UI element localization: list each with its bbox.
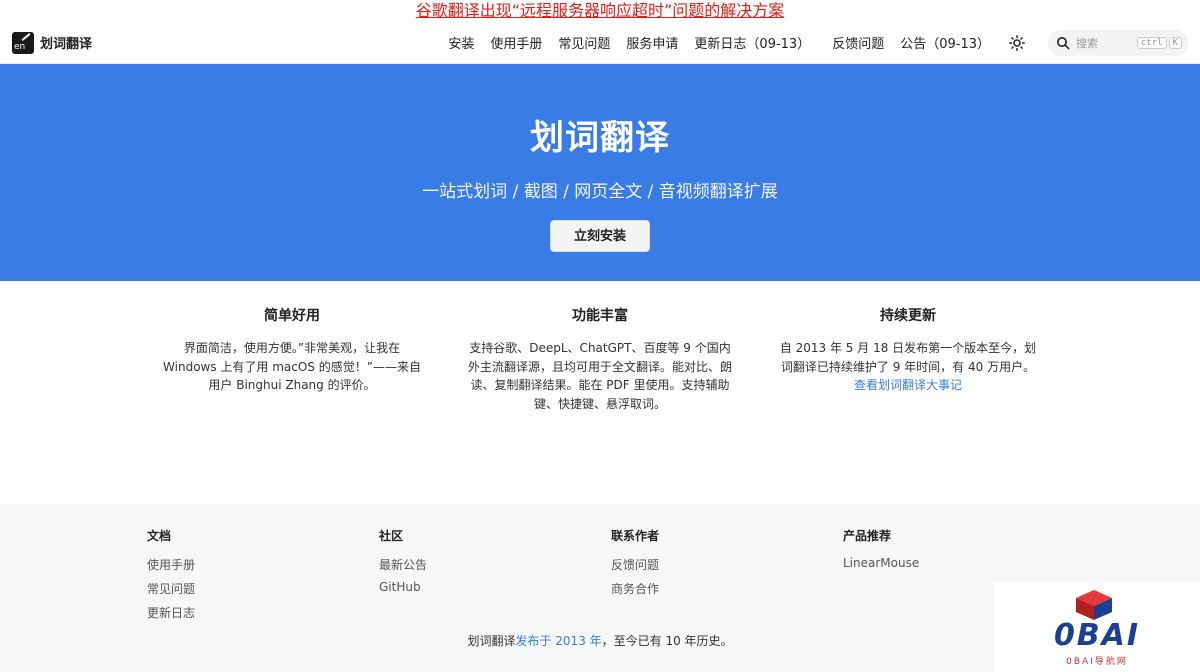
brand-name: 划词翻译 — [40, 37, 93, 52]
feature-text: 界面简洁，使用方便。”非常美观，让我在 Windows 上有了用 macOS 的… — [163, 341, 421, 392]
search-box[interactable]: 搜索 ctrl K — [1048, 29, 1188, 56]
search-icon — [1057, 36, 1070, 49]
search-placeholder: 搜索 — [1076, 36, 1098, 50]
hero-title: 划词翻译 — [530, 118, 670, 158]
feature-updates: 持续更新 自 2013 年 5 月 18 日发布第一个版本至今，划词翻译已持续维… — [776, 305, 1040, 505]
install-now-button[interactable]: 立刻安装 — [550, 220, 650, 252]
footer-col-title: 联系作者 — [611, 529, 660, 543]
footer-link-feedback[interactable]: 反馈问题 — [611, 556, 843, 573]
watermark-subtext: 0BAI导航网 — [1066, 657, 1128, 667]
brand[interactable]: en 划词翻译 — [12, 31, 93, 54]
nav-changelog[interactable]: 更新日志（09-13） — [694, 33, 810, 52]
copyright-suffix: ，至今已有 10 年历史。 — [601, 634, 733, 648]
feature-text: 支持谷歌、DeepL、ChatGPT、百度等 9 个国内外主流翻译源，且均可用于… — [468, 341, 733, 411]
nav-manual[interactable]: 使用手册 — [490, 33, 542, 52]
hero-subtitle: 一站式划词 / 截图 / 网页全文 / 音视频翻译扩展 — [422, 182, 778, 202]
feature-title: 功能丰富 — [572, 308, 628, 324]
feature-text-wrap: 自 2013 年 5 月 18 日发布第一个版本至今，划词翻译已持续维护了 9 … — [776, 339, 1040, 395]
feature-rich: 功能丰富 支持谷歌、DeepL、ChatGPT、百度等 9 个国内外主流翻译源，… — [468, 305, 732, 505]
announcement-link[interactable]: 谷歌翻译出现“远程服务器响应超时”问题的解决方案 — [416, 1, 785, 20]
cube-logo-icon — [1076, 590, 1112, 620]
sun-icon[interactable] — [1008, 34, 1026, 52]
feature-easy: 简单好用 界面简洁，使用方便。”非常美观，让我在 Windows 上有了用 ma… — [160, 305, 424, 505]
footer-col-title: 社区 — [379, 529, 404, 543]
milestones-link[interactable]: 查看划词翻译大事记 — [854, 378, 962, 392]
feature-title: 持续更新 — [880, 308, 936, 324]
footer-link-manual[interactable]: 使用手册 — [147, 556, 379, 573]
watermark-text: 0BAI — [1053, 618, 1141, 653]
footer-col-docs: 文档 使用手册 常见问题 更新日志 — [147, 527, 379, 628]
footer-link-changelog[interactable]: 更新日志 — [147, 604, 379, 621]
nav-install[interactable]: 安装 — [448, 33, 474, 52]
logo-icon: en — [12, 31, 34, 54]
watermark: 0BAI 0BAI导航网 — [994, 582, 1200, 672]
nav-links: 安装 使用手册 常见问题 服务申请 更新日志（09-13） 反馈问题 公告（09… — [432, 29, 1188, 56]
hero-section: 划词翻译 一站式划词 / 截图 / 网页全文 / 音视频翻译扩展 立刻安装 — [0, 64, 1200, 281]
footer-link-linearmouse[interactable]: LinearMouse — [843, 556, 1075, 570]
nav-service[interactable]: 服务申请 — [626, 33, 678, 52]
footer-link-github[interactable]: GitHub — [379, 580, 611, 594]
nav-faq[interactable]: 常见问题 — [558, 33, 610, 52]
footer-col-title: 产品推荐 — [843, 529, 892, 543]
feature-title: 简单好用 — [264, 308, 320, 324]
announcement-banner: 谷歌翻译出现“远程服务器响应超时”问题的解决方案 — [0, 0, 1200, 22]
feature-text: 自 2013 年 5 月 18 日发布第一个版本至今，划词翻译已持续维护了 9 … — [779, 341, 1037, 374]
footer-col-community: 社区 最新公告 GitHub — [379, 527, 611, 628]
nav-feedback[interactable]: 反馈问题 — [832, 33, 884, 52]
footer-link-notice[interactable]: 最新公告 — [379, 556, 611, 573]
nav-notice[interactable]: 公告（09-13） — [900, 33, 990, 52]
footer-col-contact: 联系作者 反馈问题 商务合作 — [611, 527, 843, 628]
copyright-prefix: 划词翻译 — [467, 634, 516, 648]
footer-col-title: 文档 — [147, 529, 172, 543]
release-link[interactable]: 发布于 2013 年 — [515, 634, 601, 648]
top-navbar: en 划词翻译 安装 使用手册 常见问题 服务申请 更新日志（09-13） 反馈… — [0, 22, 1200, 64]
footer-link-faq[interactable]: 常见问题 — [147, 580, 379, 597]
footer-link-business[interactable]: 商务合作 — [611, 580, 843, 597]
kbd-ctrl: ctrl — [1136, 36, 1167, 49]
kbd-k: K — [1168, 36, 1182, 49]
features-section: 简单好用 界面简洁，使用方便。”非常美观，让我在 Windows 上有了用 ma… — [0, 281, 1200, 505]
